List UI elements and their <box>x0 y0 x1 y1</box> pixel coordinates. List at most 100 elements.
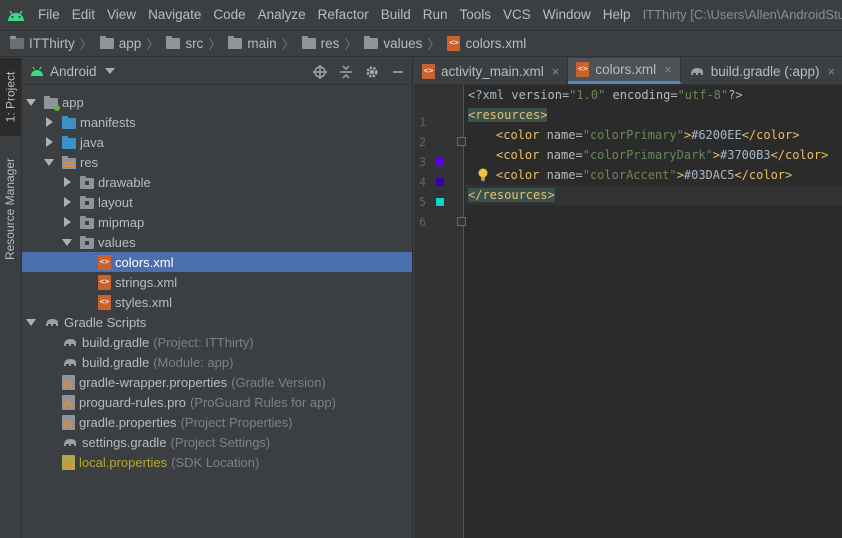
menu-vcs[interactable]: VCS <box>497 0 537 30</box>
line-number: 6 <box>419 215 426 229</box>
breadcrumb-values[interactable]: values <box>364 36 422 51</box>
chevron-down-icon[interactable] <box>26 97 36 107</box>
gradle-elephant-icon <box>64 439 76 446</box>
gradle-elephant-icon <box>690 68 703 75</box>
menu-refactor[interactable]: Refactor <box>312 0 375 30</box>
tool-window-strip: 1: Project Resource Manager <box>0 58 22 538</box>
code-line-6: </resources> <box>465 185 842 205</box>
lightbulb-icon[interactable] <box>477 168 489 182</box>
line-number: 2 <box>419 135 426 149</box>
menu-view[interactable]: View <box>101 0 142 30</box>
tree-item-layout[interactable]: layout <box>22 192 412 212</box>
menu-help[interactable]: Help <box>597 0 637 30</box>
project-panel-header: Android <box>22 58 412 85</box>
close-icon[interactable]: × <box>552 64 560 79</box>
breadcrumb-file[interactable]: colors.xml <box>447 36 526 51</box>
breadcrumb-res[interactable]: res <box>301 36 339 51</box>
menu-analyze[interactable]: Analyze <box>252 0 312 30</box>
chevron-down-icon[interactable] <box>62 237 72 247</box>
tree-item-colors-xml[interactable]: colors.xml <box>22 252 412 272</box>
project-panel-tools <box>312 58 406 85</box>
breadcrumb: ITThirty 〉 app 〉 src 〉 main 〉 res 〉 valu… <box>0 30 842 57</box>
menu-edit[interactable]: Edit <box>66 0 101 30</box>
menu-run[interactable]: Run <box>417 0 454 30</box>
xml-file-icon <box>98 294 111 310</box>
tree-item-build-gradle-module[interactable]: build.gradle (Module: app) <box>22 352 412 372</box>
tree-item-local-properties[interactable]: local.properties (SDK Location) <box>22 452 412 472</box>
tab-build-gradle-app[interactable]: build.gradle (:app) × <box>681 58 842 84</box>
resource-manager-tool-tab[interactable]: Resource Manager <box>0 146 21 272</box>
color-swatch-primary[interactable] <box>436 158 444 166</box>
breadcrumb-main[interactable]: main <box>228 36 277 51</box>
folder-icon <box>80 195 94 209</box>
tree-item-strings-xml[interactable]: strings.xml <box>22 272 412 292</box>
menu-navigate[interactable]: Navigate <box>142 0 207 30</box>
folder-icon <box>80 235 94 249</box>
window-title: ITThirty [C:\Users\Allen\AndroidStudioP <box>642 7 842 22</box>
tree-item-gradle-scripts[interactable]: Gradle Scripts <box>22 312 412 332</box>
folder-icon <box>80 175 94 189</box>
chevron-right-icon[interactable] <box>62 197 72 207</box>
color-swatch-accent[interactable] <box>436 198 444 206</box>
color-swatch-primary-dark[interactable] <box>436 178 444 186</box>
xml-file-icon <box>98 254 111 270</box>
chevron-right-icon: 〉 <box>281 37 295 52</box>
android-icon <box>31 66 43 76</box>
res-folder-icon <box>62 155 76 169</box>
tree-item-settings-gradle[interactable]: settings.gradle (Project Settings) <box>22 432 412 452</box>
tree-item-styles-xml[interactable]: styles.xml <box>22 292 412 312</box>
chevron-right-icon[interactable] <box>62 217 72 227</box>
minimize-icon[interactable] <box>390 64 406 80</box>
close-icon[interactable]: × <box>664 62 672 77</box>
tree-item-proguard-rules[interactable]: proguard-rules.pro (ProGuard Rules for a… <box>22 392 412 412</box>
project-view-selector[interactable]: Android <box>50 64 97 79</box>
project-tool-tab[interactable]: 1: Project <box>0 58 21 136</box>
chevron-right-icon[interactable] <box>62 177 72 187</box>
tree-item-mipmap[interactable]: mipmap <box>22 212 412 232</box>
chevron-down-icon[interactable] <box>26 317 36 327</box>
folder-icon <box>62 115 76 129</box>
breadcrumb-project[interactable]: ITThirty <box>10 36 75 51</box>
gradle-elephant-icon <box>46 319 58 326</box>
properties-file-icon <box>62 414 75 430</box>
chevron-down-icon[interactable] <box>104 68 115 74</box>
menu-code[interactable]: Code <box>207 0 251 30</box>
code-line-1: <?xml version="1.0" encoding="utf-8"?> <box>468 88 743 102</box>
tree-item-res[interactable]: res <box>22 152 412 172</box>
line-number: 1 <box>419 115 426 129</box>
close-icon[interactable]: × <box>828 64 836 79</box>
menu-build[interactable]: Build <box>375 0 417 30</box>
project-panel: Android app manifests java res drawable … <box>22 58 413 538</box>
menu-file[interactable]: File <box>32 0 66 30</box>
folder-icon <box>80 215 94 229</box>
line-number: 3 <box>419 155 426 169</box>
tree-item-gradle-properties[interactable]: gradle.properties (Project Properties) <box>22 412 412 432</box>
chevron-down-icon[interactable] <box>44 157 54 167</box>
gradle-elephant-icon <box>64 359 76 366</box>
tree-item-app[interactable]: app <box>22 92 412 112</box>
tree-item-build-gradle-project[interactable]: build.gradle (Project: ITThirty) <box>22 332 412 352</box>
folder-icon <box>166 36 181 49</box>
gradle-elephant-icon <box>64 339 76 346</box>
chevron-right-icon[interactable] <box>44 117 54 127</box>
code-line-5: <color name="colorAccent">#03DAC5</color… <box>496 168 793 182</box>
breadcrumb-src[interactable]: src <box>166 36 203 51</box>
menu-tools[interactable]: Tools <box>454 0 498 30</box>
tree-item-values[interactable]: values <box>22 232 412 252</box>
tab-activity-main-xml[interactable]: activity_main.xml × <box>414 58 569 84</box>
tree-item-java[interactable]: java <box>22 132 412 152</box>
collapse-all-icon[interactable] <box>338 64 354 80</box>
menu-window[interactable]: Window <box>537 0 597 30</box>
breadcrumb-app[interactable]: app <box>99 36 141 51</box>
gear-icon[interactable] <box>364 64 380 80</box>
tree-item-gradle-wrapper-properties[interactable]: gradle-wrapper.properties (Gradle Versio… <box>22 372 412 392</box>
tree-item-drawable[interactable]: drawable <box>22 172 412 192</box>
folder-icon <box>62 135 76 149</box>
tree-item-manifests[interactable]: manifests <box>22 112 412 132</box>
line-number: 5 <box>419 195 426 209</box>
locate-file-icon[interactable] <box>312 64 328 80</box>
code-editor[interactable]: <?xml version="1.0" encoding="utf-8"?> <… <box>465 85 842 538</box>
tab-colors-xml[interactable]: colors.xml × <box>568 58 681 84</box>
chevron-right-icon[interactable] <box>44 137 54 147</box>
module-folder-icon <box>44 95 60 111</box>
